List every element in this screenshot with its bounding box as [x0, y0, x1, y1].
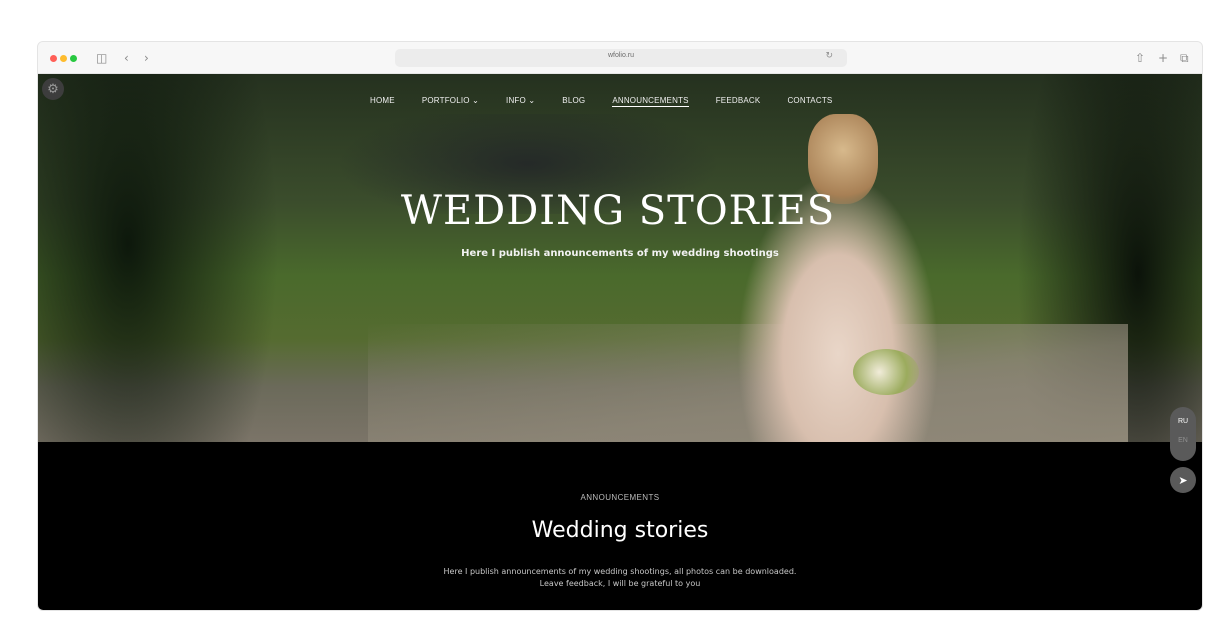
browser-window: ◫ ‹ › wfolio.ru ↻ ⇧ + ⧉ ⚙ HOME PORTFOLIO… [37, 41, 1203, 611]
close-window-button[interactable] [50, 55, 57, 62]
maximize-window-button[interactable] [70, 55, 77, 62]
new-tab-icon[interactable]: + [1158, 50, 1168, 66]
nav-blog[interactable]: BLOG [562, 96, 585, 107]
language-option-ru[interactable]: RU [1170, 418, 1196, 425]
address-bar[interactable]: wfolio.ru ↻ [395, 49, 847, 67]
hero-title-text: WEDDING STORIES [400, 188, 836, 234]
nav-home[interactable]: HOME [370, 96, 395, 107]
share-icon[interactable]: ⇧ [1135, 50, 1145, 66]
telegram-icon[interactable]: ➤ [1170, 467, 1196, 493]
forward-icon[interactable]: › [144, 50, 149, 66]
main-nav: HOME PORTFOLIO ⌄ INFO ⌄ BLOG ANNOUNCEMEN… [370, 96, 859, 107]
minimize-window-button[interactable] [60, 55, 67, 62]
nav-feedback[interactable]: FEEDBACK [716, 96, 761, 107]
nav-announcements[interactable]: ANNOUNCEMENTS [612, 96, 689, 107]
nav-info[interactable]: INFO ⌄ [506, 96, 535, 107]
browser-toolbar: ◫ ‹ › wfolio.ru ↻ ⇧ + ⧉ [38, 42, 1202, 74]
url-text: wfolio.ru [607, 52, 635, 59]
nav-contacts[interactable]: CONTACTS [787, 96, 832, 107]
language-option-en[interactable]: EN [1170, 437, 1196, 444]
section-description-line1: Here I publish announcements of my weddi… [443, 567, 797, 576]
hero-subtitle: Here I publish announcements of my weddi… [461, 248, 779, 259]
settings-gear-icon[interactable]: ⚙ [42, 78, 64, 100]
sidebar-icon[interactable]: ◫ [96, 50, 107, 66]
back-icon[interactable]: ‹ [124, 50, 129, 66]
announcements-section: ANNOUNCEMENTS Wedding stories Here I pub… [38, 442, 1202, 610]
section-description-line2: Leave feedback, I will be grateful to yo… [539, 579, 701, 588]
section-description: Here I publish announcements of my weddi… [38, 566, 1202, 590]
hero-photo-bouquet [853, 349, 919, 395]
language-switcher: RU EN [1170, 407, 1196, 461]
hero-banner: ⚙ HOME PORTFOLIO ⌄ INFO ⌄ BLOG ANNOUNCEM… [38, 74, 1202, 442]
hero-title: WEDDING STORIES [38, 188, 1202, 234]
nav-portfolio[interactable]: PORTFOLIO ⌄ [422, 96, 479, 107]
tabs-icon[interactable]: ⧉ [1180, 50, 1189, 66]
reload-icon[interactable]: ↻ [825, 51, 833, 61]
section-eyebrow: ANNOUNCEMENTS [580, 493, 660, 502]
section-title: Wedding stories [531, 518, 709, 543]
